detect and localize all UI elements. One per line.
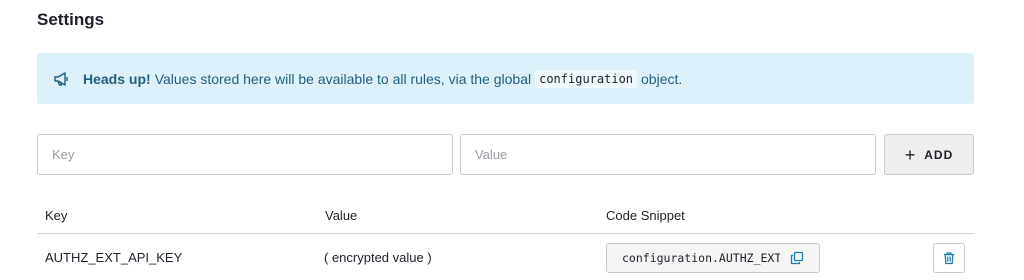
alert-code: configuration <box>535 69 638 88</box>
code-snippet: configuration.AUTHZ_EXT_API_KEY <box>606 243 820 273</box>
value-input[interactable] <box>460 134 876 175</box>
add-button[interactable]: + ADD <box>884 134 974 175</box>
alert-text-after: object. <box>641 70 683 87</box>
heads-up-alert: Heads up! Values stored here will be ava… <box>37 53 974 104</box>
column-header-snippet: Code Snippet <box>606 208 685 223</box>
table-row: AUTHZ_EXT_API_KEY ( encrypted value ) co… <box>37 234 974 280</box>
add-button-label: ADD <box>924 147 954 162</box>
copy-icon[interactable] <box>790 251 804 265</box>
trash-icon <box>942 251 956 265</box>
code-snippet-text: configuration.AUTHZ_EXT_API_KEY <box>622 251 780 265</box>
plus-icon: + <box>904 144 917 165</box>
row-key: AUTHZ_EXT_API_KEY <box>45 250 183 265</box>
delete-button[interactable] <box>933 243 965 273</box>
column-header-key: Key <box>45 208 68 223</box>
alert-heading: Heads up! <box>83 70 151 87</box>
megaphone-icon <box>53 70 71 88</box>
column-header-value: Value <box>325 208 358 223</box>
alert-text-before: Values stored here will be available to … <box>154 70 532 87</box>
page-title: Settings <box>37 10 105 29</box>
key-input[interactable] <box>37 134 453 175</box>
row-value: ( encrypted value ) <box>324 250 432 265</box>
